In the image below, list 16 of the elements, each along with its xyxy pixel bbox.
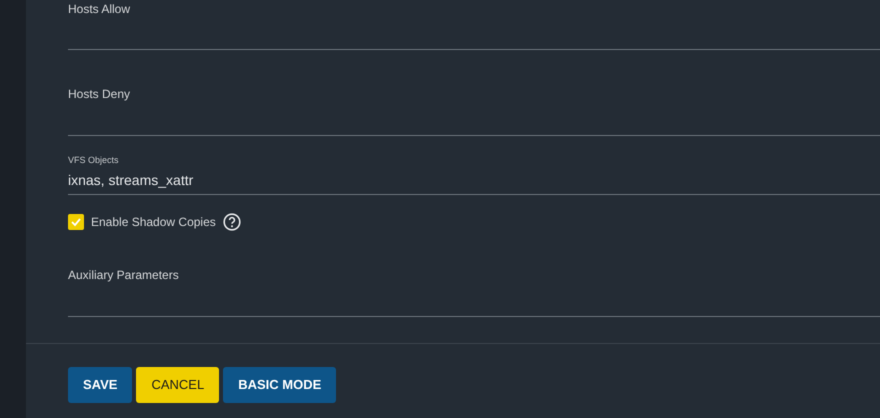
input-field[interactable]: Hosts Deny <box>68 85 880 136</box>
action-button[interactable]: BASIC MODE <box>223 367 336 403</box>
action-button[interactable]: SAVE <box>68 367 132 403</box>
checkbox[interactable] <box>68 214 84 230</box>
input-field[interactable]: VFS Objects ixnas, streams_xattr <box>68 136 880 194</box>
field-label: Hosts Deny <box>68 86 132 103</box>
help-icon[interactable] <box>222 212 241 230</box>
checkbox-label: Enable Shadow Copies <box>91 214 216 230</box>
field-label: Auxiliary Parameters <box>68 266 180 284</box>
check-icon <box>70 216 82 228</box>
input-field[interactable]: Auxiliary Parameters <box>68 266 880 316</box>
input-field[interactable]: Hosts Allow <box>68 0 880 50</box>
field-label: VFS Objects <box>68 154 120 167</box>
field-value: ixnas, streams_xattr <box>68 170 194 190</box>
action-button[interactable]: CANCEL <box>136 367 220 403</box>
field-label: Hosts Allow <box>68 1 132 18</box>
